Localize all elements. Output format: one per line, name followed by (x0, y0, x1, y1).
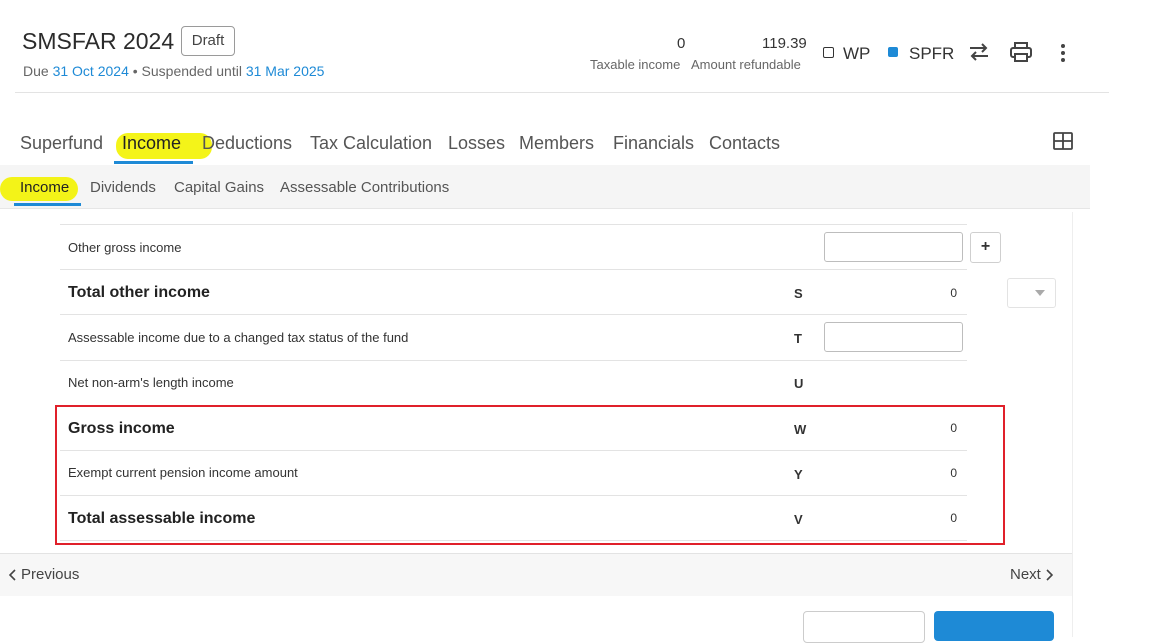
chevron-down-icon (1035, 290, 1045, 296)
due-date-link[interactable]: 31 Oct 2024 (53, 63, 129, 79)
code-s: S (794, 286, 803, 301)
changed-tax-status-input[interactable] (824, 322, 963, 352)
subtab-dividends[interactable]: Dividends (90, 179, 156, 196)
row-label-changed-tax-status: Assessable income due to a changed tax s… (68, 330, 409, 345)
total-other-income-select[interactable] (1007, 278, 1056, 308)
header-divider (15, 92, 1109, 93)
chevron-left-icon (8, 569, 16, 581)
subtab-assessable-contributions[interactable]: Assessable Contributions (280, 179, 449, 196)
tab-superfund[interactable]: Superfund (20, 133, 103, 154)
tab-members[interactable]: Members (519, 133, 594, 154)
tab-contacts[interactable]: Contacts (709, 133, 780, 154)
tab-tax-calculation[interactable]: Tax Calculation (310, 133, 432, 154)
previous-label: Previous (21, 566, 80, 583)
print-icon[interactable] (1010, 42, 1032, 63)
secondary-action-button[interactable] (803, 611, 925, 643)
amount-refundable-value: 119.39 (762, 35, 807, 52)
taxable-income-label: Taxable income (590, 57, 681, 72)
previous-button[interactable]: Previous (8, 566, 80, 583)
status-badge: Draft (181, 26, 235, 56)
spfr-indicator (888, 47, 898, 57)
code-u: U (794, 376, 804, 391)
next-label: Next (1010, 566, 1041, 583)
tab-financials[interactable]: Financials (613, 133, 694, 154)
value-total-other-income: 0 (950, 286, 957, 300)
right-gutter (1072, 212, 1156, 637)
row-divider (60, 360, 967, 361)
taxable-income-value: 0 (677, 35, 686, 52)
other-gross-income-input[interactable] (824, 232, 963, 262)
amount-refundable-label: Amount refundable (691, 57, 801, 72)
tab-deductions[interactable]: Deductions (202, 133, 292, 154)
subtab-income-underline (14, 203, 81, 206)
page-title: SMSFAR 2024 (22, 28, 175, 54)
due-line: Due 31 Oct 2024 • Suspended until 31 Mar… (23, 63, 324, 79)
due-prefix: Due (23, 63, 53, 79)
code-t: T (794, 331, 802, 346)
next-button[interactable]: Next (1010, 566, 1053, 583)
tab-income-underline (114, 161, 193, 164)
tab-losses[interactable]: Losses (448, 133, 505, 154)
wp-label[interactable]: WP (843, 44, 870, 64)
tab-income[interactable]: Income (122, 133, 181, 154)
row-divider (60, 269, 967, 270)
suspended-date-link[interactable]: 31 Mar 2025 (246, 63, 325, 79)
add-other-income-button[interactable]: + (970, 232, 1001, 263)
suspended-prefix: • Suspended until (128, 63, 246, 79)
subtab-bar (0, 165, 1090, 209)
subtab-income[interactable]: Income (20, 179, 69, 196)
row-label-total-other-income: Total other income (68, 284, 210, 301)
grid-layout-icon[interactable] (1053, 132, 1073, 150)
chevron-right-icon (1046, 569, 1053, 581)
wp-checkbox[interactable] (823, 47, 834, 58)
row-label-net-non-arms-length-income: Net non-arm's length income (68, 375, 234, 390)
footer-nav-bar (0, 553, 1072, 596)
more-options-icon[interactable] (1059, 43, 1067, 63)
annotation-box (55, 405, 1005, 545)
swap-icon[interactable] (968, 42, 990, 62)
row-divider (60, 314, 967, 315)
subtab-capital-gains[interactable]: Capital Gains (174, 179, 264, 196)
row-label-other-gross-income: Other gross income (68, 240, 182, 255)
row-divider (60, 224, 967, 225)
spfr-label[interactable]: SPFR (909, 44, 954, 64)
